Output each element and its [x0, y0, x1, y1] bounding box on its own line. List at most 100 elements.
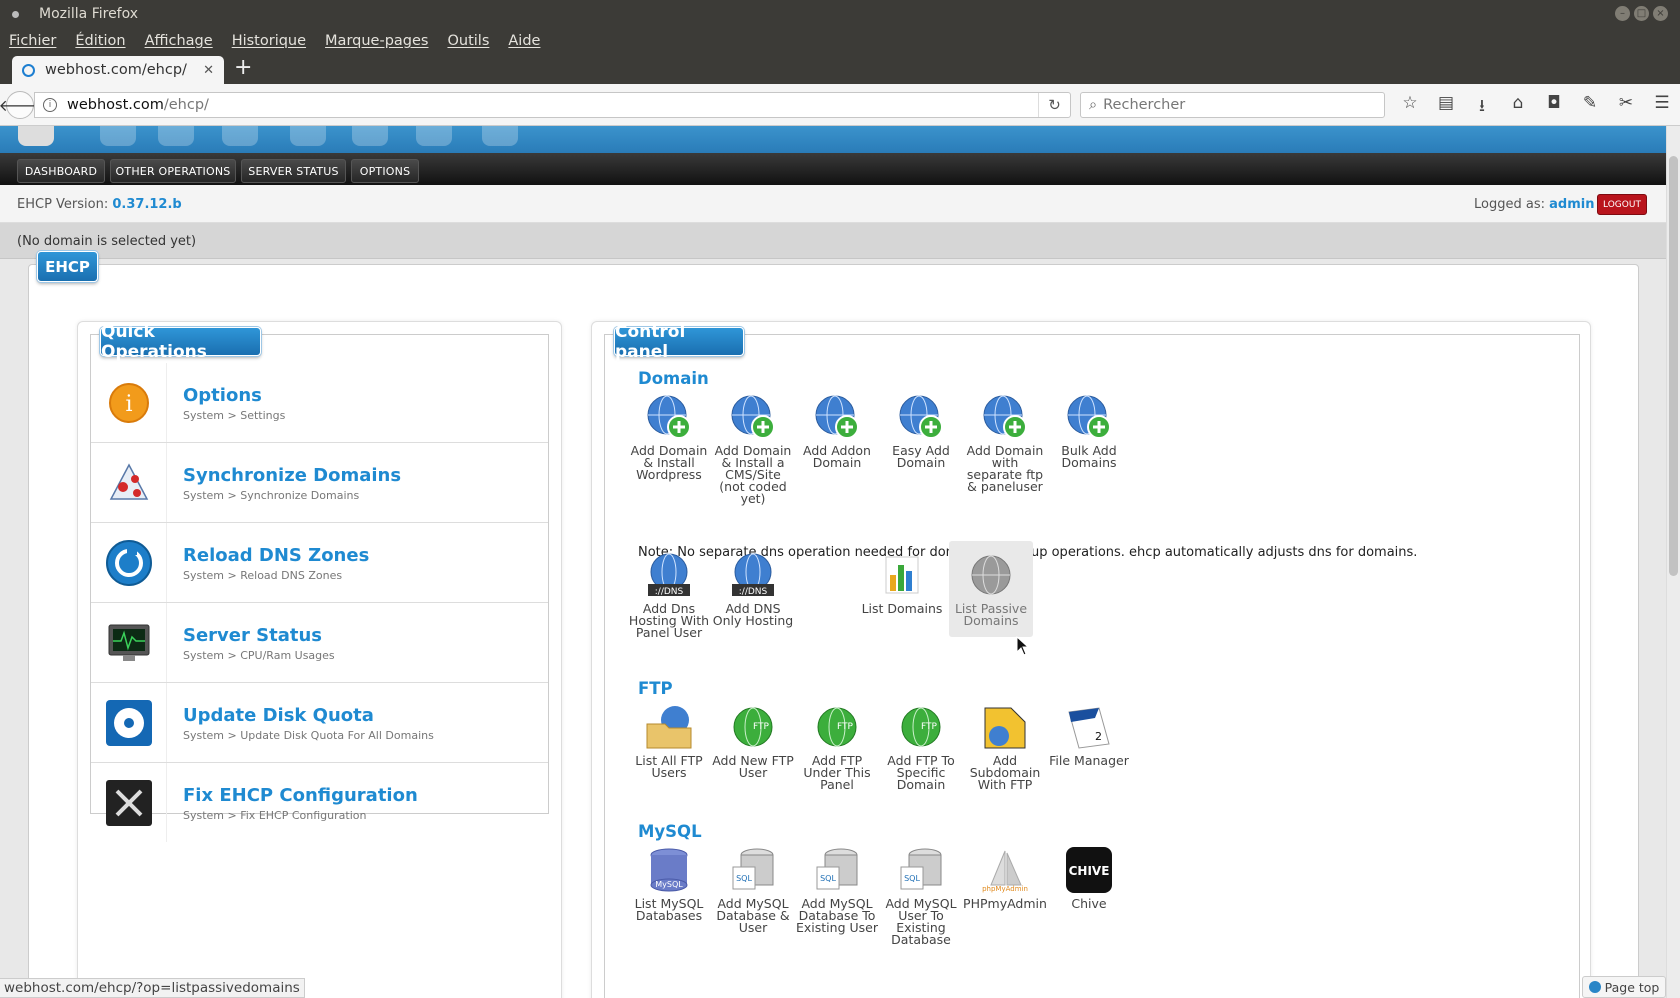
banner-icon[interactable]: [100, 126, 136, 146]
quick-item-title[interactable]: Server Status: [183, 625, 322, 646]
op-label[interactable]: Add FTP To Specific Domain: [887, 753, 954, 792]
banner-icon[interactable]: [482, 126, 518, 146]
op-list-domains[interactable]: List Domains: [857, 551, 947, 615]
quick-item-title[interactable]: Update Disk Quota: [183, 705, 374, 726]
op-add-dns-hosting-panel-user[interactable]: ://DNS Add Dns Hosting With Panel User: [627, 551, 711, 639]
menu-affichage[interactable]: Affichage: [145, 33, 213, 49]
quick-item-fix-configuration[interactable]: Fix EHCP Configuration System > Fix EHCP…: [91, 763, 548, 843]
page-scrollbar[interactable]: [1666, 126, 1680, 998]
op-label[interactable]: List MySQL Databases: [635, 896, 704, 923]
op-label[interactable]: Add MySQL Database & User: [716, 896, 789, 935]
op-add-new-ftp-user[interactable]: FTP Add New FTP User: [711, 703, 795, 779]
op-list-all-ftp-users[interactable]: List All FTP Users: [627, 703, 711, 779]
nav-options-button[interactable]: OPTIONS: [351, 159, 419, 183]
downloads-icon[interactable]: ⭳: [1464, 93, 1500, 122]
quick-item-title[interactable]: Options: [183, 385, 262, 406]
op-add-dns-only-hosting[interactable]: ://DNS Add DNS Only Hosting: [711, 551, 795, 627]
banner-monitor-icon[interactable]: [18, 126, 54, 146]
monitor-activity-icon: [108, 624, 149, 661]
op-label[interactable]: Add Subdomain With FTP: [970, 753, 1041, 792]
menu-marque-pages[interactable]: Marque-pages: [325, 33, 428, 49]
home-icon[interactable]: ⌂: [1500, 93, 1536, 122]
op-add-ftp-specific-domain[interactable]: FTP Add FTP To Specific Domain: [879, 703, 963, 791]
screenshot-icon[interactable]: ✂: [1608, 93, 1644, 122]
op-bulk-add-domains[interactable]: Bulk Add Domains: [1047, 393, 1131, 469]
quick-item-update-disk-quota[interactable]: Update Disk Quota System > Update Disk Q…: [91, 683, 548, 763]
op-label[interactable]: Add Dns Hosting With Panel User: [629, 601, 709, 640]
op-add-mysql-db-existing-user[interactable]: SQL Add MySQL Database To Existing User: [795, 846, 879, 934]
quick-item-reload-dns[interactable]: Reload DNS Zones System > Reload DNS Zon…: [91, 523, 548, 603]
back-button[interactable]: 🡐: [0, 91, 41, 119]
op-label[interactable]: Add MySQL User To Existing Database: [885, 896, 956, 947]
op-label[interactable]: Chive: [1071, 896, 1106, 911]
search-input[interactable]: ⌕ Rechercher: [1080, 92, 1385, 118]
menu-historique[interactable]: Historique: [232, 33, 306, 49]
logout-button[interactable]: LOGOUT: [1597, 194, 1647, 215]
op-file-manager[interactable]: 2 File Manager: [1047, 703, 1131, 767]
banner-globe-icon[interactable]: [222, 126, 258, 146]
hamburger-menu-icon[interactable]: ☰: [1644, 93, 1680, 122]
quick-item-title[interactable]: Synchronize Domains: [183, 465, 401, 486]
op-add-addon-domain[interactable]: Add Addon Domain: [795, 393, 879, 469]
banner-icon[interactable]: [290, 126, 326, 146]
banner-icon[interactable]: [352, 126, 388, 146]
menu-edition[interactable]: Édition: [75, 33, 125, 49]
bookmark-star-icon[interactable]: ☆: [1392, 93, 1428, 122]
op-label[interactable]: Add MySQL Database To Existing User: [796, 896, 878, 935]
logged-user[interactable]: admin: [1549, 197, 1594, 212]
op-list-passive-domains[interactable]: List Passive Domains: [949, 541, 1033, 637]
op-label[interactable]: PHPmyAdmin: [963, 896, 1047, 911]
tab-close-icon[interactable]: ✕: [203, 63, 214, 78]
maximize-button[interactable]: □: [1634, 6, 1649, 21]
op-list-mysql-databases[interactable]: MySQL List MySQL Databases: [627, 846, 711, 922]
nav-server-status-button[interactable]: SERVER STATUS: [241, 159, 346, 183]
menu-fichier[interactable]: Fichier: [9, 33, 56, 49]
op-label[interactable]: Add Domain & Install a CMS/Site (not cod…: [715, 443, 792, 506]
quick-item-title[interactable]: Reload DNS Zones: [183, 545, 369, 566]
extension-icon[interactable]: ✎: [1572, 93, 1608, 122]
op-label[interactable]: Add Domain with separate ftp & paneluser: [967, 443, 1044, 494]
banner-icon[interactable]: [416, 126, 452, 146]
op-add-mysql-user-existing-db[interactable]: SQL Add MySQL User To Existing Database: [879, 846, 963, 946]
op-add-mysql-database-user[interactable]: SQL Add MySQL Database & User: [711, 846, 795, 934]
menu-outils[interactable]: Outils: [447, 33, 489, 49]
reading-list-icon[interactable]: ▤: [1428, 93, 1464, 122]
op-label[interactable]: Add FTP Under This Panel: [803, 753, 870, 792]
scrollbar-thumb[interactable]: [1669, 156, 1678, 576]
page-top-button[interactable]: Page top: [1582, 976, 1666, 998]
op-add-subdomain-ftp[interactable]: Add Subdomain With FTP: [963, 703, 1047, 791]
nav-dashboard-button[interactable]: DASHBOARD: [17, 159, 105, 183]
op-label[interactable]: Add DNS Only Hosting: [713, 601, 793, 628]
url-bar[interactable]: i webhost.com/ehcp/ ↻: [34, 92, 1071, 118]
close-button[interactable]: ×: [1653, 6, 1668, 21]
op-label[interactable]: File Manager: [1049, 753, 1129, 768]
op-label[interactable]: Bulk Add Domains: [1061, 443, 1116, 470]
op-add-domain-wordpress[interactable]: Add Domain & Install Wordpress: [627, 393, 711, 481]
banner-mysql-icon[interactable]: [158, 126, 194, 146]
browser-tab[interactable]: webhost.com/ehcp/ ✕: [12, 56, 224, 84]
op-label[interactable]: Easy Add Domain: [892, 443, 950, 470]
op-label[interactable]: Add New FTP User: [712, 753, 794, 780]
op-chive[interactable]: CHIVE Chive: [1047, 846, 1131, 910]
site-info-icon[interactable]: i: [43, 98, 57, 112]
op-add-domain-separate-ftp[interactable]: Add Domain with separate ftp & paneluser: [963, 393, 1047, 493]
quick-item-synchronize-domains[interactable]: Synchronize Domains System > Synchronize…: [91, 443, 548, 523]
quick-item-options[interactable]: i Options System > Settings: [91, 363, 548, 443]
op-label[interactable]: Add Addon Domain: [803, 443, 871, 470]
pocket-icon[interactable]: ◘: [1536, 93, 1572, 122]
minimize-button[interactable]: –: [1615, 6, 1630, 21]
op-phpmyadmin[interactable]: phpMyAdmin PHPmyAdmin: [963, 846, 1047, 910]
menu-aide[interactable]: Aide: [508, 33, 540, 49]
op-add-ftp-under-panel[interactable]: FTP Add FTP Under This Panel: [795, 703, 879, 791]
op-label[interactable]: Add Domain & Install Wordpress: [631, 443, 708, 482]
op-add-domain-cms[interactable]: Add Domain & Install a CMS/Site (not cod…: [711, 393, 795, 505]
nav-other-operations-button[interactable]: OTHER OPERATIONS: [110, 159, 236, 183]
op-label[interactable]: List Passive Domains: [955, 601, 1027, 628]
reload-icon[interactable]: ↻: [1038, 93, 1070, 117]
op-label[interactable]: List All FTP Users: [635, 753, 702, 780]
op-label[interactable]: List Domains: [862, 601, 943, 616]
new-tab-button[interactable]: +: [234, 57, 252, 79]
quick-item-server-status[interactable]: Server Status System > CPU/Ram Usages: [91, 603, 548, 683]
quick-item-title[interactable]: Fix EHCP Configuration: [183, 785, 418, 806]
op-easy-add-domain[interactable]: Easy Add Domain: [879, 393, 963, 469]
